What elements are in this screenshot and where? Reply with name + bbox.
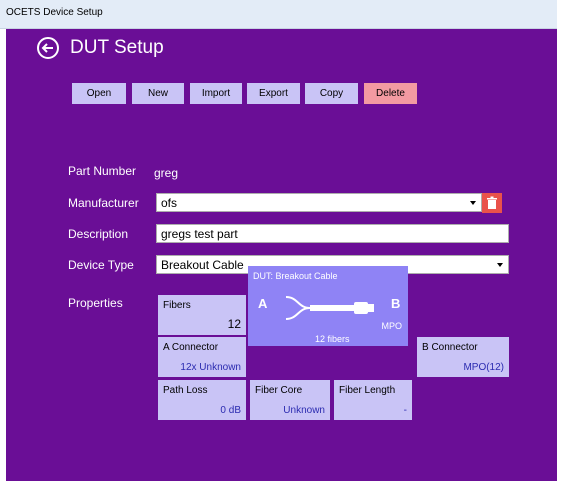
dut-tile[interactable]: DUT: Breakout Cable A B MPO 12 fibers	[248, 266, 408, 346]
device-type-value: Breakout Cable	[161, 258, 244, 272]
fibers-tile[interactable]: Fibers 12	[158, 295, 246, 335]
dut-fibers-caption: 12 fibers	[315, 334, 350, 344]
delete-manufacturer-button[interactable]	[482, 193, 502, 213]
fiber-core-value: Unknown	[283, 405, 325, 416]
page-title: DUT Setup	[70, 37, 164, 58]
dut-title: DUT: Breakout Cable	[253, 271, 338, 281]
window-titlebar: OCETS Device Setup	[0, 0, 557, 29]
fibers-value: 12	[227, 317, 241, 331]
fibers-title: Fibers	[163, 300, 191, 311]
a-connector-title: A Connector	[163, 342, 219, 353]
chevron-down-icon	[497, 263, 503, 267]
description-input[interactable]: gregs test part	[156, 224, 509, 243]
fiber-length-title: Fiber Length	[339, 385, 396, 396]
path-loss-value: 0 dB	[220, 405, 241, 416]
properties-label: Properties	[68, 296, 123, 310]
window-title: OCETS Device Setup	[6, 7, 103, 18]
device-type-label: Device Type	[68, 258, 134, 272]
dut-side-b: B	[391, 296, 401, 311]
part-number-label: Part Number	[68, 164, 137, 178]
open-button[interactable]: Open	[72, 83, 126, 104]
window-edge	[557, 0, 563, 481]
manufacturer-select[interactable]: ofs	[156, 193, 482, 212]
b-connector-tile[interactable]: B Connector MPO(12)	[417, 337, 509, 377]
b-connector-value: MPO(12)	[463, 362, 504, 373]
part-number-value: greg	[154, 166, 179, 180]
back-arrow-icon[interactable]	[36, 36, 60, 60]
fiber-length-value: -	[403, 405, 407, 416]
dut-side-a: A	[258, 296, 268, 311]
chevron-down-icon	[470, 201, 476, 205]
delete-button[interactable]: Delete	[364, 83, 417, 104]
a-connector-tile[interactable]: A Connector 12x Unknown	[158, 337, 246, 377]
dut-connector: MPO	[381, 321, 402, 331]
fiber-length-tile[interactable]: Fiber Length -	[334, 380, 412, 420]
breakout-cable-icon	[285, 296, 374, 320]
new-button[interactable]: New	[132, 83, 184, 104]
description-label: Description	[68, 227, 129, 241]
export-button[interactable]: Export	[247, 83, 300, 104]
path-loss-tile[interactable]: Path Loss 0 dB	[158, 380, 246, 420]
fiber-core-tile[interactable]: Fiber Core Unknown	[250, 380, 330, 420]
a-connector-value: 12x Unknown	[180, 362, 241, 373]
copy-button[interactable]: Copy	[305, 83, 358, 104]
path-loss-title: Path Loss	[163, 385, 208, 396]
manufacturer-value: ofs	[161, 196, 178, 210]
trash-icon	[487, 196, 497, 209]
b-connector-title: B Connector	[422, 342, 478, 353]
import-button[interactable]: Import	[190, 83, 242, 104]
fiber-core-title: Fiber Core	[255, 385, 303, 396]
manufacturer-label: Manufacturer	[68, 196, 139, 210]
